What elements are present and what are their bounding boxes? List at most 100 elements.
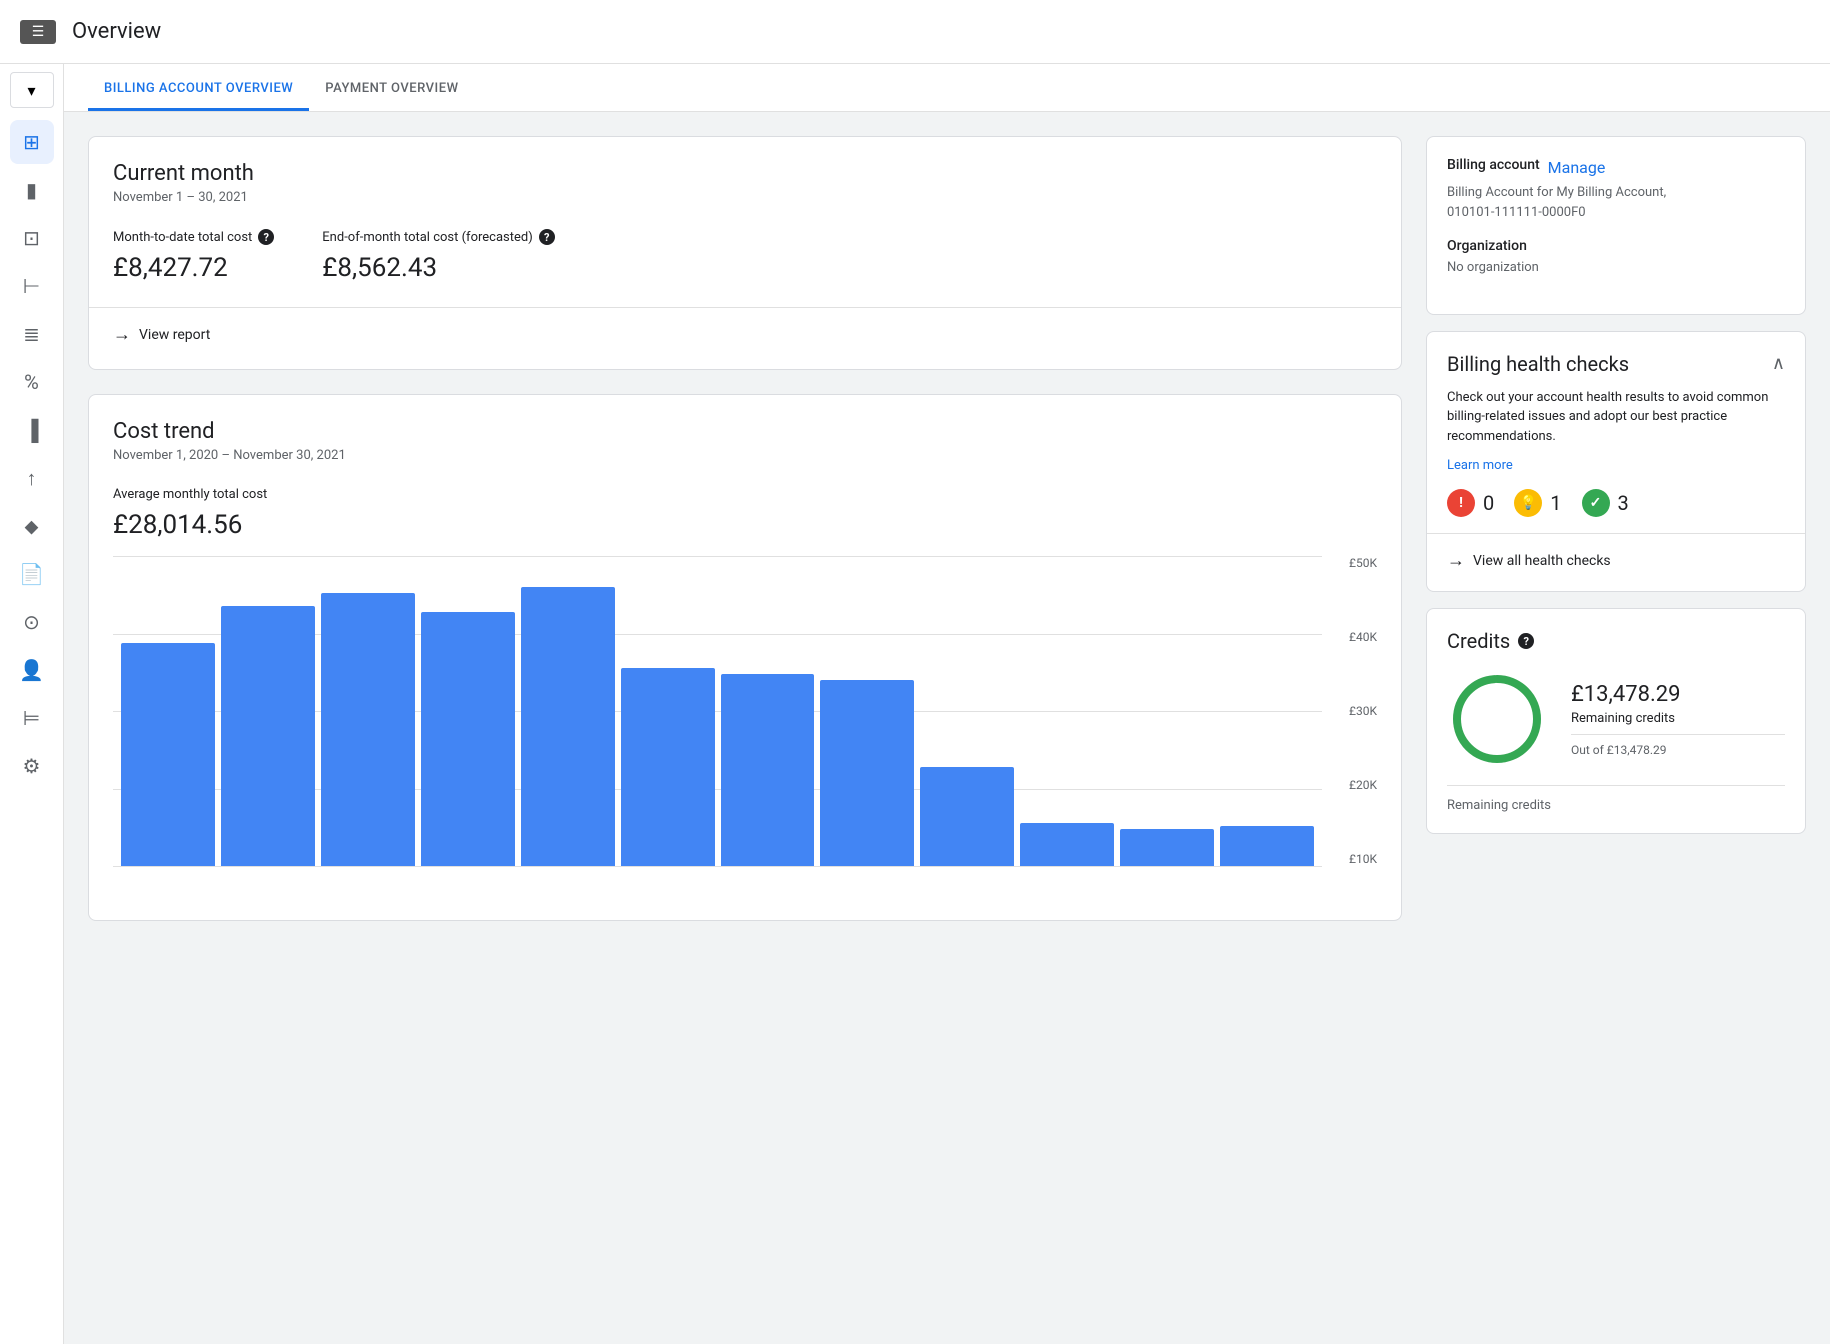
tab-bar: Billing Account Overview Payment Overvie… <box>64 64 1830 112</box>
percent-icon: % <box>24 370 39 394</box>
sidebar: ▾ ⊞ ▮ ⊡ ⊢ ≣ % ▐ ↑ ⬥ 📄 ⊙ <box>0 64 64 1344</box>
top-bar: ☰ Overview <box>0 0 1830 64</box>
credits-info: £13,478.29 Remaining credits Out of £13,… <box>1571 682 1785 757</box>
y-label-10k: £10K <box>1349 852 1377 866</box>
sidebar-item-documents[interactable]: 📄 <box>10 552 54 596</box>
end-of-month-help-icon[interactable]: ? <box>539 229 555 245</box>
overview-icon: ⊞ <box>23 130 40 154</box>
y-label-50k: £50K <box>1349 556 1377 570</box>
billing-account-header: Billing account Manage <box>1447 157 1785 177</box>
credits-help-icon[interactable]: ? <box>1518 633 1534 649</box>
arrow-right-icon: → <box>1447 550 1465 571</box>
table-icon: ⊡ <box>23 226 40 250</box>
sidebar-item-commitments[interactable]: % <box>10 360 54 404</box>
arrow-right-icon: → <box>113 324 131 345</box>
app-icon: ☰ <box>20 20 56 44</box>
y-label-20k: £20K <box>1349 778 1377 792</box>
organization-value: No organization <box>1447 258 1785 278</box>
sidebar-item-overview[interactable]: ⊞ <box>10 120 54 164</box>
sidebar-item-account[interactable]: 👤 <box>10 648 54 692</box>
health-metric-success: ✓ 3 <box>1582 489 1629 517</box>
error-icon: ! <box>1447 489 1475 517</box>
billing-account-card: Billing account Manage Billing Account f… <box>1426 136 1806 315</box>
tab-billing-account[interactable]: Billing Account Overview <box>88 69 309 111</box>
credits-footer-label: Remaining credits <box>1447 798 1551 813</box>
average-cost-value: £28,014.56 <box>113 510 1377 540</box>
bar-5 <box>621 668 715 866</box>
bar-4 <box>521 587 615 866</box>
credits-divider <box>1571 734 1785 735</box>
end-of-month-metric: End-of-month total cost (forecasted) ? £… <box>322 229 554 283</box>
sidebar-item-cost-breakdown[interactable]: ⊢ <box>10 264 54 308</box>
sidebar-item-savings[interactable]: ≣ <box>10 312 54 356</box>
credits-amount: £13,478.29 <box>1571 682 1785 707</box>
learn-more-link[interactable]: Learn more <box>1447 458 1513 473</box>
person-icon: 👤 <box>19 658 44 682</box>
content-area: Billing Account Overview Payment Overvie… <box>64 64 1830 1344</box>
budget-icon: ⊨ <box>23 706 40 730</box>
savings-icon: ≣ <box>23 322 40 346</box>
document-icon: 📄 <box>19 562 44 586</box>
average-cost-label: Average monthly total cost <box>113 487 1377 502</box>
credits-body: £13,478.29 Remaining credits Out of £13,… <box>1447 669 1785 769</box>
view-all-label: View all health checks <box>1473 553 1611 569</box>
bar-10 <box>1120 829 1214 866</box>
bar-2 <box>321 593 415 866</box>
cost-trend-date-range: November 1, 2020 – November 30, 2021 <box>113 448 1377 463</box>
tab-payment-overview[interactable]: Payment Overview <box>309 69 474 111</box>
credits-out-of: Out of £13,478.29 <box>1571 743 1785 757</box>
sidebar-item-export[interactable]: ↑ <box>10 456 54 500</box>
health-divider <box>1427 533 1805 534</box>
sidebar-item-settings[interactable]: ⚙ <box>10 744 54 788</box>
health-metric-error: ! 0 <box>1447 489 1494 517</box>
current-month-title: Current month <box>113 161 1377 186</box>
sidebar-dropdown[interactable]: ▾ <box>10 72 54 108</box>
history-icon: ⊙ <box>23 610 40 634</box>
label-icon: ⬥ <box>25 514 39 538</box>
billing-account-id: 010101-111111-0000F0 <box>1447 203 1785 223</box>
manage-link[interactable]: Manage <box>1548 158 1606 177</box>
cost-trend-chart: £50K £40K £30K £20K £10K <box>113 556 1377 896</box>
y-label-40k: £40K <box>1349 630 1377 644</box>
sidebar-item-labels[interactable]: ⬥ <box>10 504 54 548</box>
bar-chart-icon: ▮ <box>26 178 37 202</box>
chart-y-labels: £50K £40K £30K £20K £10K <box>1327 556 1377 866</box>
sidebar-item-reports[interactable]: ▮ <box>10 168 54 212</box>
sidebar-item-cost-table[interactable]: ⊡ <box>10 216 54 260</box>
sidebar-item-analytics[interactable]: ▐ <box>10 408 54 452</box>
sidebar-item-budgets[interactable]: ⊨ <box>10 696 54 740</box>
end-of-month-label: End-of-month total cost (forecasted) ? <box>322 229 554 245</box>
bar-11 <box>1220 826 1314 866</box>
right-column: Billing account Manage Billing Account f… <box>1426 136 1806 1320</box>
bar-7 <box>820 680 914 866</box>
collapse-icon[interactable]: ∧ <box>1772 353 1785 374</box>
gear-icon: ⚙ <box>23 754 41 778</box>
health-header: Billing health checks ∧ <box>1447 352 1785 376</box>
bar-3 <box>421 612 515 866</box>
warning-icon: 💡 <box>1514 489 1542 517</box>
y-label-30k: £30K <box>1349 704 1377 718</box>
cost-trend-title: Cost trend <box>113 419 1377 444</box>
donut-svg <box>1447 669 1547 769</box>
bar-9 <box>1020 823 1114 866</box>
bar-6 <box>721 674 815 866</box>
credits-title: Credits <box>1447 629 1510 653</box>
current-month-card: Current month November 1 – 30, 2021 Mont… <box>88 136 1402 370</box>
health-metrics: ! 0 💡 1 ✓ <box>1447 489 1785 517</box>
warning-count: 1 <box>1550 491 1561 515</box>
chevron-down-icon: ▾ <box>27 81 35 100</box>
view-report-link[interactable]: → View report <box>113 324 1377 345</box>
health-description: Check out your account health results to… <box>1447 388 1785 447</box>
cost-trend-card: Cost trend November 1, 2020 – November 3… <box>88 394 1402 921</box>
month-to-date-help-icon[interactable]: ? <box>258 229 274 245</box>
sidebar-item-history[interactable]: ⊙ <box>10 600 54 644</box>
donut-chart <box>1447 669 1547 769</box>
bars-wrapper <box>113 556 1322 866</box>
view-all-health-checks[interactable]: → View all health checks <box>1447 550 1785 571</box>
error-count: 0 <box>1483 491 1494 515</box>
credits-header: Credits ? <box>1447 629 1785 653</box>
month-to-date-label: Month-to-date total cost ? <box>113 229 274 245</box>
health-checks-title: Billing health checks <box>1447 352 1629 376</box>
main-layout: ▾ ⊞ ▮ ⊡ ⊢ ≣ % ▐ ↑ ⬥ 📄 ⊙ <box>0 64 1830 1344</box>
card-divider <box>89 307 1401 308</box>
